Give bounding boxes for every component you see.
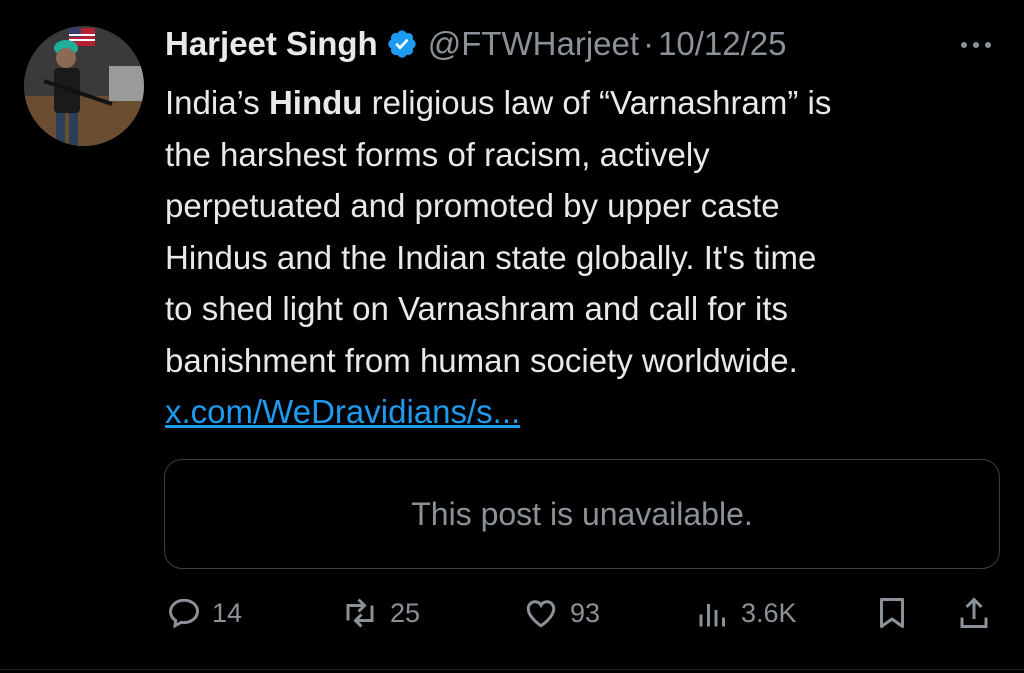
tweet-text-line: perpetuated and promoted by upper caste: [165, 187, 780, 224]
tweet-text: India’s Hindu religious law of “Varnashr…: [165, 77, 1015, 438]
tweet-text-line: banishment from human society worldwide.: [165, 341, 798, 379]
bold-word: Hindu: [268, 84, 363, 121]
verified-badge-icon: [388, 30, 416, 58]
like-button[interactable]: 93: [522, 592, 600, 634]
avatar[interactable]: [24, 26, 144, 146]
divider: [0, 669, 1024, 670]
view-count: 3.6K: [741, 597, 797, 628]
tweet-text-line: Hindus and the Indian state globally. It…: [165, 238, 817, 276]
like-count: 93: [570, 597, 601, 628]
heart-icon: [526, 600, 556, 628]
share-icon: [960, 597, 988, 628]
bookmark-button[interactable]: [874, 592, 910, 634]
share-button[interactable]: [956, 592, 992, 634]
separator-dot: ·: [643, 25, 655, 62]
more-dots-icon[interactable]: [956, 30, 996, 60]
repost-count: 25: [390, 597, 421, 628]
bookmark-icon: [880, 598, 904, 628]
tweet-link[interactable]: x.com/WeDravidians/s...: [165, 393, 520, 430]
unavailable-message: This post is unavailable.: [411, 495, 753, 532]
views-button[interactable]: 3.6K: [695, 592, 797, 634]
tweet-text-line: the harshest forms of racism, actively: [165, 135, 710, 173]
author-name[interactable]: Harjeet Singh: [165, 25, 378, 63]
views-icon: [699, 604, 725, 627]
tweet-text-line: to shed light on Varnashram and call for…: [165, 290, 789, 327]
repost-button[interactable]: 25: [340, 592, 420, 634]
reply-count: 14: [212, 597, 243, 628]
repost-icon: [346, 598, 374, 628]
tweet-header: Harjeet Singh @FTWHarjeet · 10/12/25: [165, 22, 787, 66]
reply-icon: [168, 598, 200, 629]
tweet-text-line: India’s Hindu religious law of “Varnashr…: [165, 84, 832, 121]
avatar-photo: [24, 26, 144, 146]
quoted-post-unavailable: This post is unavailable.: [164, 459, 1000, 569]
reply-button[interactable]: 14: [166, 592, 242, 634]
post-date[interactable]: 10/12/25: [658, 25, 786, 63]
author-handle[interactable]: @FTWHarjeet: [428, 25, 639, 63]
